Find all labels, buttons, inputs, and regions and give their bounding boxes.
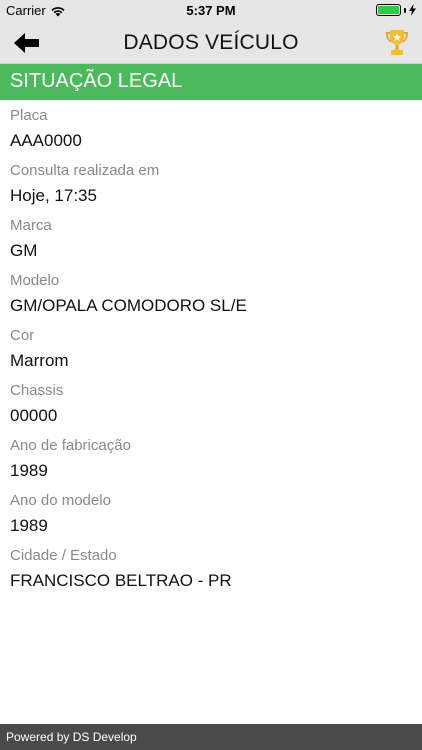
field-label: Chassis — [10, 382, 64, 399]
page-title: DADOS VEÍCULO — [123, 31, 299, 54]
field-value: GM/OPALA COMODORO SL/E — [10, 296, 247, 315]
field-value: Marrom — [10, 351, 69, 370]
status-time: 5:37 PM — [186, 3, 236, 18]
field-value: GM — [10, 241, 38, 260]
field-value: 1989 — [10, 461, 48, 480]
field-chassis: Chassis 00000 — [10, 381, 412, 436]
field-ano-fabricacao: Ano de fabricação 1989 — [10, 436, 412, 491]
field-cidade-estado: Cidade / Estado FRANCISCO BELTRAO - PR — [10, 546, 412, 601]
field-value: 1989 — [10, 516, 48, 535]
field-modelo: Modelo GM/OPALA COMODORO SL/E — [10, 271, 412, 326]
field-label: Consulta realizada em — [10, 162, 160, 179]
nav-bar: DADOS VEÍCULO — [0, 21, 422, 64]
section-header: SITUAÇÃO LEGAL — [0, 64, 422, 100]
battery-level — [378, 6, 399, 14]
field-value: Hoje, 17:35 — [10, 186, 97, 205]
field-marca: Marca GM — [10, 216, 412, 271]
battery-icon — [376, 4, 401, 16]
trophy-icon[interactable] — [384, 29, 410, 57]
field-label: Cidade / Estado — [10, 547, 117, 564]
field-consulta: Consulta realizada em Hoje, 17:35 — [10, 161, 412, 216]
field-value: 00000 — [10, 406, 58, 425]
vehicle-details: Placa AAA0000 Consulta realizada em Hoje… — [10, 106, 412, 601]
charging-bolt-icon — [409, 4, 416, 16]
field-label: Marca — [10, 217, 52, 234]
field-label: Ano do modelo — [10, 492, 111, 509]
status-bar: Carrier 5:37 PM — [0, 0, 422, 21]
field-value: AAA0000 — [10, 131, 82, 150]
field-label: Ano de fabricação — [10, 437, 131, 454]
field-label: Modelo — [10, 272, 60, 289]
field-value: FRANCISCO BELTRAO - PR — [10, 571, 232, 590]
field-ano-modelo: Ano do modelo 1989 — [10, 491, 412, 546]
field-placa: Placa AAA0000 — [10, 106, 412, 161]
field-label: Cor — [10, 327, 35, 344]
field-cor: Cor Marrom — [10, 326, 412, 381]
battery-tip — [404, 7, 406, 13]
status-right — [376, 4, 416, 16]
footer: Powered by DS Develop — [0, 724, 422, 750]
field-label: Placa — [10, 107, 48, 124]
